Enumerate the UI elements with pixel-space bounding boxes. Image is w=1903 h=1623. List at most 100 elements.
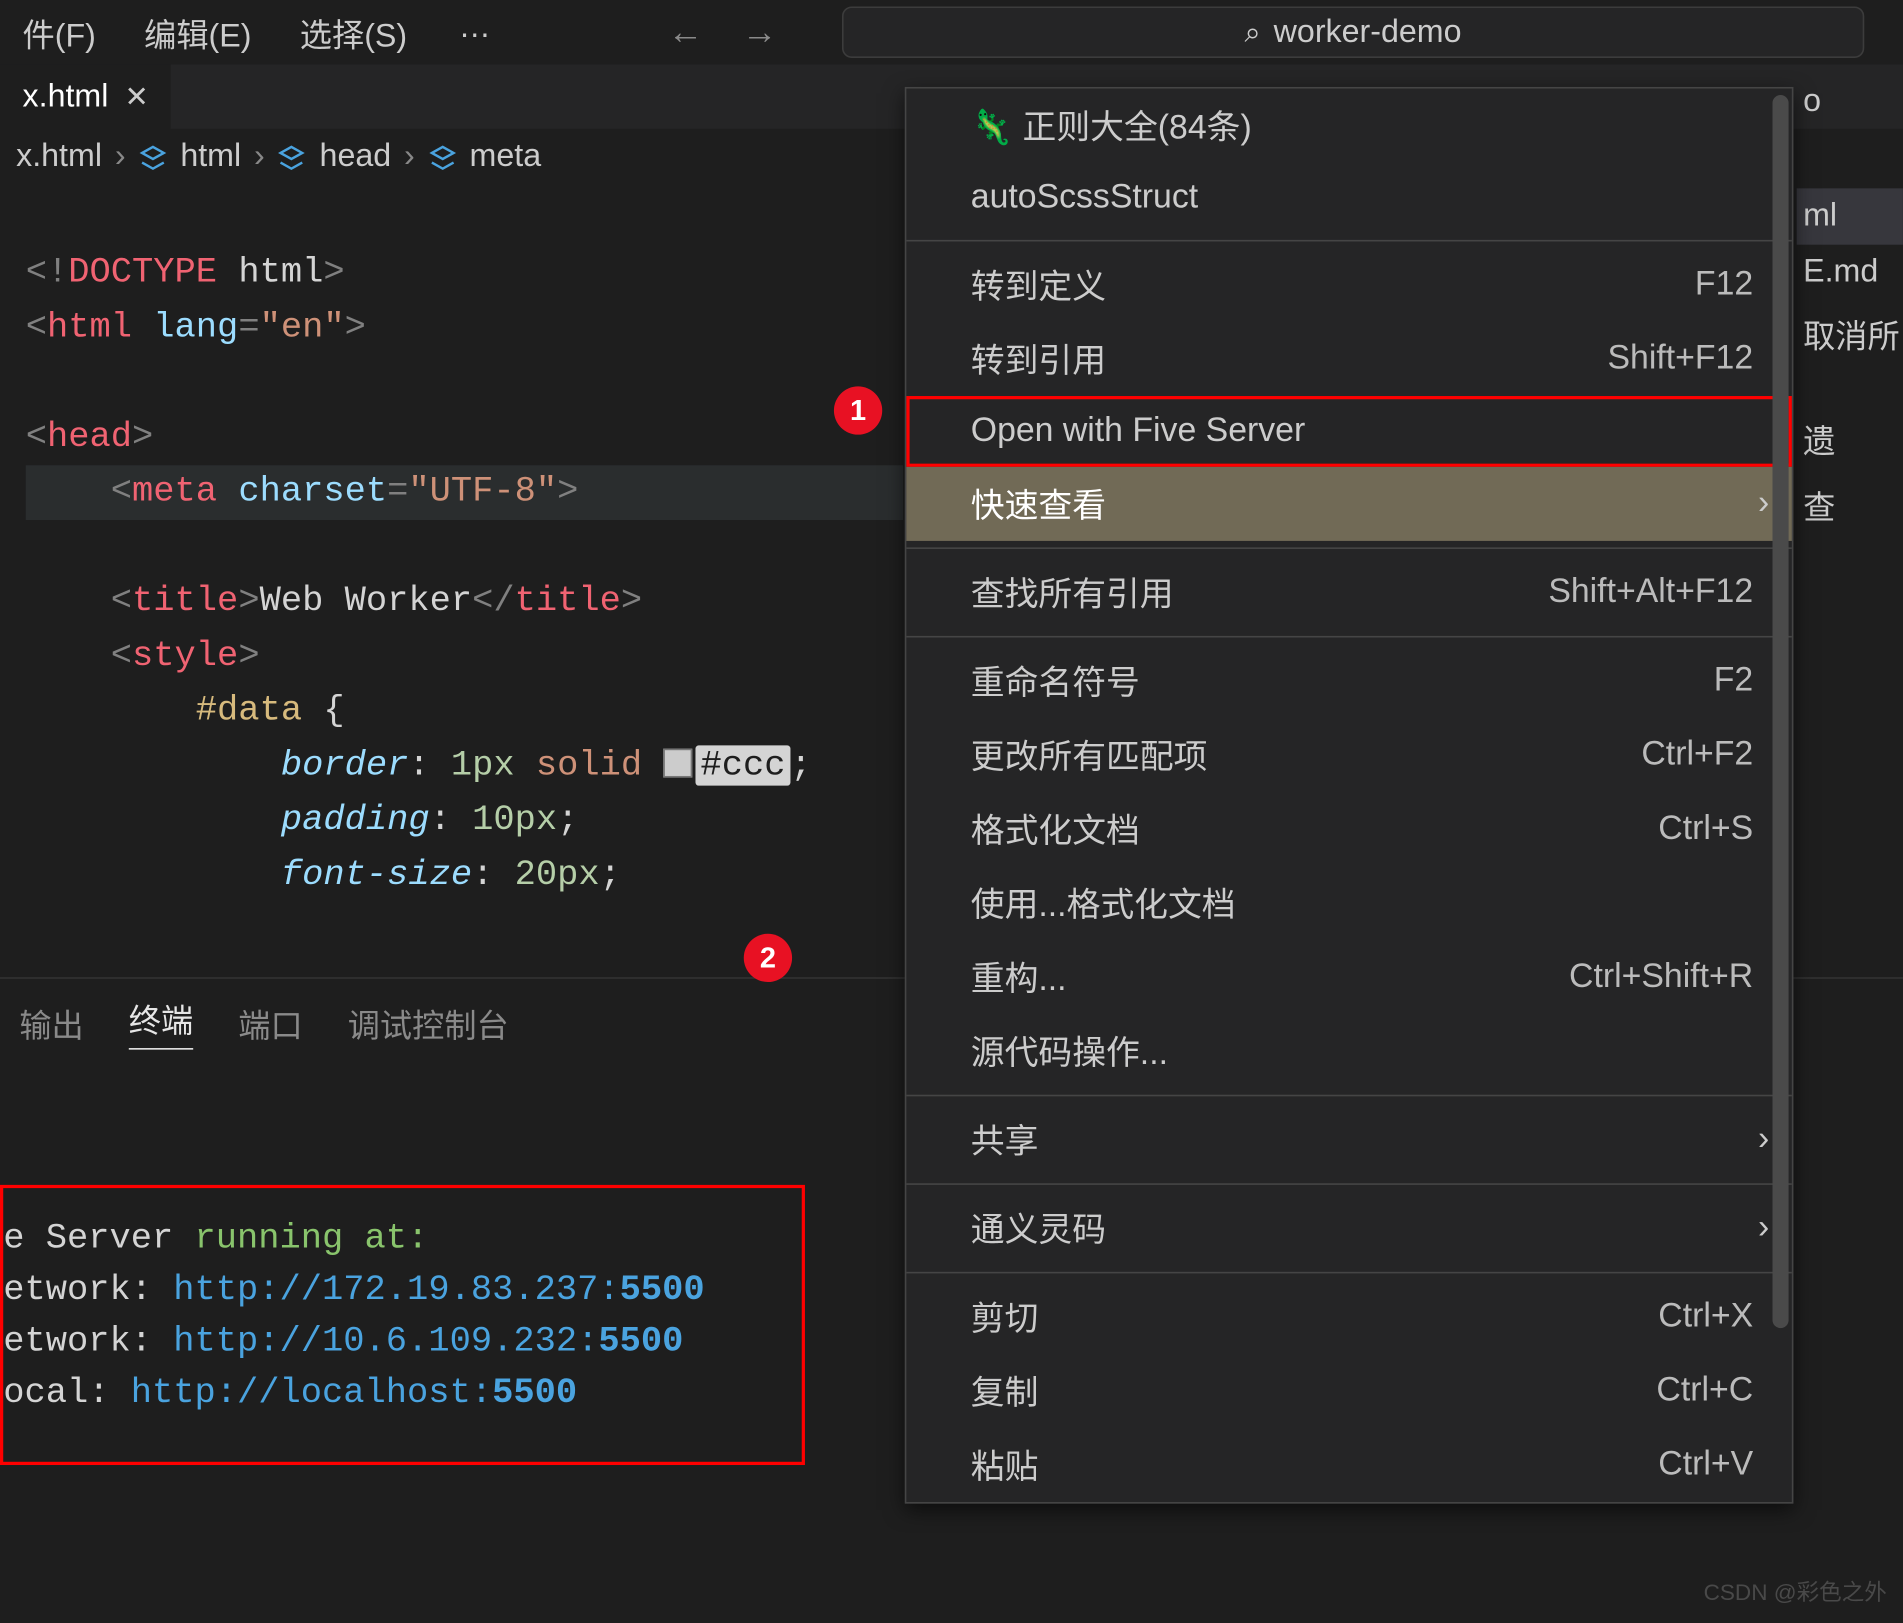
t[interactable]: http://10.6.109.232:: [173, 1322, 598, 1362]
t[interactable]: http://172.19.83.237:: [173, 1270, 619, 1310]
code-line: padding: 10px;: [26, 800, 579, 840]
menu-select[interactable]: 选择(S): [290, 6, 417, 59]
t: #ccc: [696, 745, 791, 785]
t: "UTF-8": [408, 472, 557, 512]
cm-share[interactable]: 共享›: [906, 1103, 1791, 1177]
side-item[interactable]: 遗: [1797, 406, 1903, 472]
chevron-right-icon: ›: [404, 138, 415, 175]
cm-label: 重命名符号: [971, 657, 1140, 705]
panel-tab-terminal[interactable]: 终端: [129, 995, 193, 1050]
breadcrumb-file[interactable]: x.html: [16, 138, 102, 175]
cm-label: 复制: [971, 1367, 1039, 1415]
cm-paste[interactable]: 粘贴 Ctrl+V: [906, 1428, 1791, 1502]
cm-open-five-server[interactable]: Open with Five Server: [906, 396, 1791, 467]
symbol-icon: [138, 142, 167, 171]
term-line: etwork: http://172.19.83.237:5500: [3, 1270, 704, 1310]
panel-tab-output[interactable]: 输出: [19, 999, 83, 1046]
cm-label: autoScssStruct: [971, 179, 1198, 218]
code-line: #data {: [26, 691, 345, 731]
cm-separator: [906, 1183, 1791, 1185]
cm-format-with[interactable]: 使用...格式化文档: [906, 866, 1791, 940]
code-line: <style>: [26, 636, 260, 676]
t: title: [515, 581, 621, 621]
side-item[interactable]: 取消所: [1797, 301, 1903, 367]
t: <!: [26, 253, 69, 293]
term-line: e Server running at:: [3, 1219, 428, 1259]
cm-find-refs[interactable]: 查找所有引用Shift+Alt+F12: [906, 555, 1791, 629]
cm-regex[interactable]: 🦎正则大全(84条): [906, 89, 1791, 163]
cm-separator: [906, 240, 1791, 242]
t: #data: [196, 691, 302, 731]
nav-back-icon[interactable]: ←: [668, 11, 703, 53]
editor-tab[interactable]: x.html ✕: [0, 64, 171, 128]
dino-icon: 🦎: [971, 109, 1013, 146]
cm-label: 查找所有引用: [971, 568, 1174, 616]
command-center[interactable]: ⌕ worker-demo: [842, 6, 1864, 58]
cm-refactor[interactable]: 重构...Ctrl+Shift+R: [906, 940, 1791, 1014]
t: DOCTYPE: [68, 253, 217, 293]
t[interactable]: http://localhost:: [131, 1373, 492, 1413]
context-menu-scrollbar[interactable]: [1772, 95, 1788, 1496]
nav-forward-icon[interactable]: →: [742, 11, 777, 53]
cm-tongyi[interactable]: 通义灵码›: [906, 1191, 1791, 1265]
menu-file[interactable]: 件(F): [13, 6, 106, 59]
title-bar: 件(F) 编辑(E) 选择(S) … ← → ⌕ worker-demo: [0, 0, 1903, 64]
cm-label: 转到引用: [971, 335, 1106, 383]
t[interactable]: 5500: [598, 1322, 683, 1362]
side-item[interactable]: o: [1797, 74, 1903, 130]
cm-autoscss[interactable]: autoScssStruct: [906, 163, 1791, 234]
side-item[interactable]: E.md: [1797, 245, 1903, 301]
cm-label: 更改所有匹配项: [971, 731, 1208, 779]
menu-edit[interactable]: 编辑(E): [135, 6, 262, 59]
panel-tab-ports[interactable]: 端口: [238, 999, 302, 1046]
code-line-highlight: <meta charset="UTF-8">: [26, 465, 903, 520]
t: <: [26, 307, 47, 347]
cm-cut[interactable]: 剪切Ctrl+X: [906, 1280, 1791, 1354]
side-panel-sliver: o ml E.md 取消所 遗 查: [1797, 74, 1903, 538]
t: >: [323, 253, 344, 293]
cm-format[interactable]: 格式化文档Ctrl+S: [906, 792, 1791, 866]
breadcrumb-html[interactable]: html: [180, 138, 241, 175]
cm-label: Open with Five Server: [971, 412, 1305, 451]
t: title: [132, 581, 238, 621]
cm-separator: [906, 636, 1791, 638]
side-item[interactable]: ml: [1797, 188, 1903, 244]
color-swatch-icon[interactable]: [663, 749, 692, 778]
command-center-text: worker-demo: [1274, 14, 1462, 51]
cm-rename[interactable]: 重命名符号F2: [906, 644, 1791, 718]
terminal-highlight-box: e Server running at: etwork: http://172.…: [0, 1185, 805, 1465]
menu-overflow[interactable]: …: [446, 6, 507, 59]
cm-label: 使用...格式化文档: [971, 879, 1236, 927]
t[interactable]: 5500: [620, 1270, 705, 1310]
scrollbar-thumb[interactable]: [1772, 95, 1788, 1328]
t: style: [132, 636, 238, 676]
term-line: ocal: http://localhost:5500: [3, 1373, 577, 1413]
cm-shortcut: Ctrl+F2: [1641, 736, 1753, 775]
panel-tab-debug[interactable]: 调试控制台: [348, 999, 509, 1046]
cm-label: 剪切: [971, 1293, 1039, 1341]
cm-shortcut: Ctrl+V: [1658, 1446, 1753, 1485]
breadcrumb-meta[interactable]: meta: [470, 138, 542, 175]
cm-label: 快速查看: [971, 480, 1106, 528]
t[interactable]: 5500: [492, 1373, 577, 1413]
cm-goto-ref[interactable]: 转到引用 Shift+F12: [906, 322, 1791, 396]
code-line: border: 1px solid #ccc;: [26, 745, 812, 785]
t: etwork:: [3, 1322, 173, 1362]
t: running at:: [195, 1219, 429, 1259]
close-icon[interactable]: ✕: [125, 80, 149, 114]
t: etwork:: [3, 1270, 173, 1310]
cm-source-action[interactable]: 源代码操作...: [906, 1014, 1791, 1088]
side-item[interactable]: 查: [1797, 472, 1903, 538]
code-line: font-size: 20px;: [26, 855, 621, 895]
cm-quick-look[interactable]: 快速查看 ›: [906, 467, 1791, 541]
cm-separator: [906, 547, 1791, 549]
cm-shortcut: Ctrl+Shift+R: [1569, 958, 1753, 997]
cm-label: 粘贴: [971, 1441, 1039, 1489]
chevron-right-icon: ›: [1758, 485, 1769, 524]
breadcrumb-head[interactable]: head: [320, 138, 392, 175]
cm-copy[interactable]: 复制Ctrl+C: [906, 1354, 1791, 1428]
chevron-right-icon: ›: [254, 138, 265, 175]
cm-change-all[interactable]: 更改所有匹配项 Ctrl+F2: [906, 718, 1791, 792]
cm-goto-def[interactable]: 转到定义F12: [906, 248, 1791, 322]
cm-shortcut: Shift+F12: [1608, 340, 1754, 379]
